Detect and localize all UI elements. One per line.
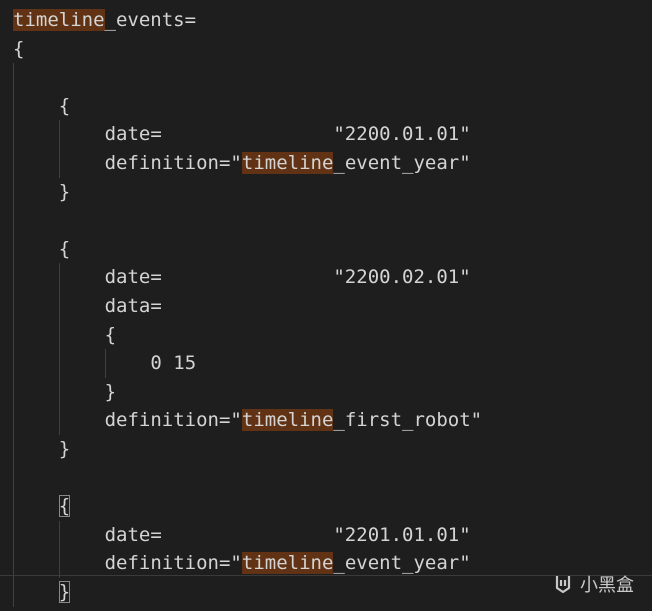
code-line: { xyxy=(59,235,70,263)
indent-guide xyxy=(104,349,106,378)
code-line: { xyxy=(105,321,116,349)
search-match-highlight: timeline xyxy=(13,9,105,31)
code-token: data= xyxy=(104,295,162,317)
code-token: definition=" xyxy=(104,409,242,432)
search-match-highlight: timeline xyxy=(241,152,334,174)
code-line: date= "2200.02.01" xyxy=(105,263,471,291)
indent-guide xyxy=(58,520,60,578)
search-match-highlight: timeline xyxy=(241,409,334,432)
code-token: date= "2200.01.01" xyxy=(104,123,471,146)
code-token: _events= xyxy=(104,9,197,31)
code-line: definition="timeline_event_year" xyxy=(105,149,471,177)
code-line: timeline_events= xyxy=(13,6,196,34)
search-match-highlight: timeline xyxy=(241,552,334,575)
code-line: date= "2201.01.01" xyxy=(105,521,471,549)
code-line: } xyxy=(105,378,116,406)
code-token: _event_year" xyxy=(333,552,471,575)
code-token: { xyxy=(104,323,117,346)
matched-bracket: } xyxy=(58,581,71,603)
code-token: } xyxy=(104,380,117,403)
code-line: } xyxy=(58,578,71,606)
code-token: } xyxy=(58,180,71,203)
code-token: 0 15 xyxy=(150,352,197,375)
indent-guide xyxy=(13,63,14,607)
code-line: } xyxy=(59,435,70,463)
watermark: 小黑盒 xyxy=(552,571,634,597)
code-token: } xyxy=(58,438,71,460)
code-line: definition="timeline_first_robot" xyxy=(104,406,483,434)
code-line: 0 15 xyxy=(150,349,196,377)
code-token: date= "2201.01.01" xyxy=(104,523,471,546)
code-line: { xyxy=(59,92,70,120)
code-line: { xyxy=(58,492,71,520)
code-token: definition=" xyxy=(104,552,242,575)
matched-bracket: { xyxy=(58,495,71,518)
code-line: data= xyxy=(105,292,162,320)
xiaoheihe-logo-icon xyxy=(555,576,571,594)
code-line: } xyxy=(59,178,70,206)
code-token: { xyxy=(13,37,25,60)
code-line: date= "2200.01.01" xyxy=(105,120,471,148)
code-token: _event_year" xyxy=(333,152,471,174)
code-token: date= "2200.02.01" xyxy=(104,266,471,289)
code-token: definition=" xyxy=(104,152,242,174)
code-token: _first_robot" xyxy=(333,409,483,432)
code-line: definition="timeline_event_year" xyxy=(105,549,471,577)
code-line: { xyxy=(13,35,24,63)
code-editor[interactable]: timeline_events={{date= "2200.01.01" defi… xyxy=(0,0,652,611)
code-token: { xyxy=(58,94,71,117)
code-token: { xyxy=(58,237,71,260)
indent-guide xyxy=(58,120,60,178)
indent-guide xyxy=(58,263,60,435)
watermark-text: 小黑盒 xyxy=(580,575,634,596)
